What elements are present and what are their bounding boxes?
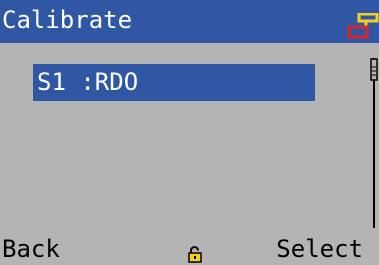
list-item-label: S1 :RDO (37, 68, 139, 96)
back-softkey[interactable]: Back (2, 235, 60, 263)
device-screen: Calibrate S1 :RDO Back Select (0, 0, 379, 265)
page-title: Calibrate (2, 6, 133, 34)
title-bar: Calibrate (0, 0, 379, 43)
unlocked-padlock-icon (188, 246, 202, 263)
network-connection-icon (347, 13, 379, 39)
list-item-s1-rdo[interactable]: S1 :RDO (33, 64, 315, 101)
select-softkey[interactable]: Select (276, 235, 363, 263)
scrollbar[interactable] (370, 58, 378, 228)
